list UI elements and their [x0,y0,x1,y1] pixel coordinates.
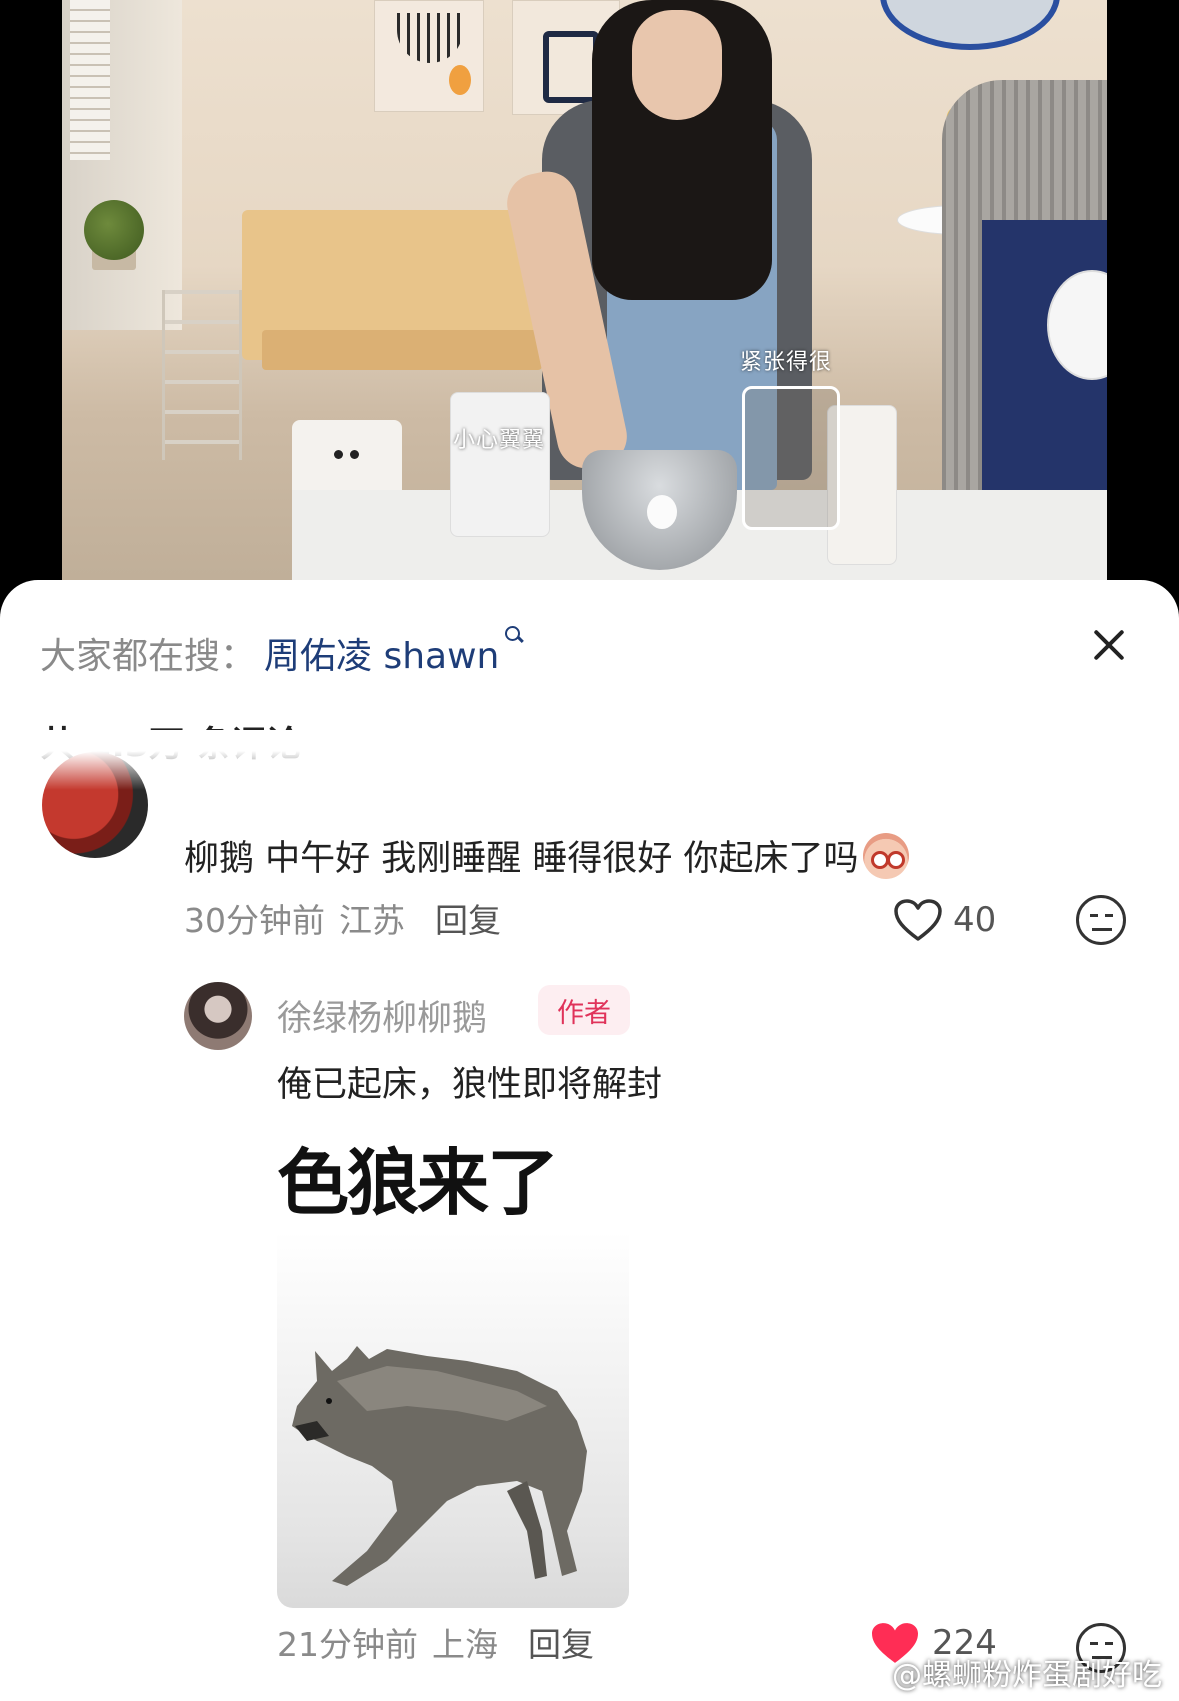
author-badge: 作者 [538,985,630,1035]
reply-text[interactable]: 俺已起床，狼性即将解封 [277,1056,662,1107]
avatar[interactable] [184,982,252,1050]
trending-search-term[interactable]: 周佑凌 shawn [264,627,499,679]
comment-meta: 30分钟前 江苏 回复 [184,894,501,942]
sticker-caption: 色狼来了 [277,1141,559,1225]
trending-search-prefix: 大家都在搜： [40,636,257,677]
comment-sheet: 大家都在搜： 周佑凌 shawn 共 1.3万 条评论 柳鹅 中午好 我刚睡醒 … [0,580,1179,1701]
comment-time: 30分钟前 [184,901,325,940]
like-button[interactable]: 40 [893,898,996,942]
weibo-icon [850,1657,886,1687]
reply-location: 上海 [432,1625,498,1664]
video-frame [62,0,1107,590]
dislike-face-icon[interactable] [1076,895,1126,945]
video-caption-careful: 小心翼翼 [453,428,546,453]
video-caption-nervous: 紧张得很 [740,350,833,375]
reply-button[interactable]: 回复 [528,1618,594,1666]
comment-location: 江苏 [339,901,405,940]
watermark: @螺蛳粉炸蛋剧好吃 [850,1650,1162,1694]
wolf-picture [277,1231,629,1608]
reply-meta: 21分钟前 上海 回复 [277,1618,594,1666]
heart-icon [893,898,943,942]
search-icon[interactable] [503,624,525,658]
reply-button[interactable]: 回复 [435,894,501,942]
scroll-fade [0,730,1179,790]
trending-search[interactable]: 大家都在搜： 周佑凌 shawn [40,626,525,679]
watermark-text: @螺蛳粉炸蛋剧好吃 [892,1658,1162,1693]
comment-text[interactable]: 柳鹅 中午好 我刚睡醒 睡得很好 你起床了吗 [184,830,909,881]
video-focus-box [742,386,840,530]
video-player[interactable]: 小心翼翼 紧张得很 [0,0,1179,590]
reply-username[interactable]: 徐绿杨柳柳鹅 [277,990,487,1041]
close-icon[interactable] [1086,622,1132,668]
wolf-sticker-image[interactable]: 色狼来了 [277,1136,629,1608]
like-count: 40 [953,900,997,940]
reply-time: 21分钟前 [277,1625,418,1664]
peach-emoji-icon [862,832,909,879]
